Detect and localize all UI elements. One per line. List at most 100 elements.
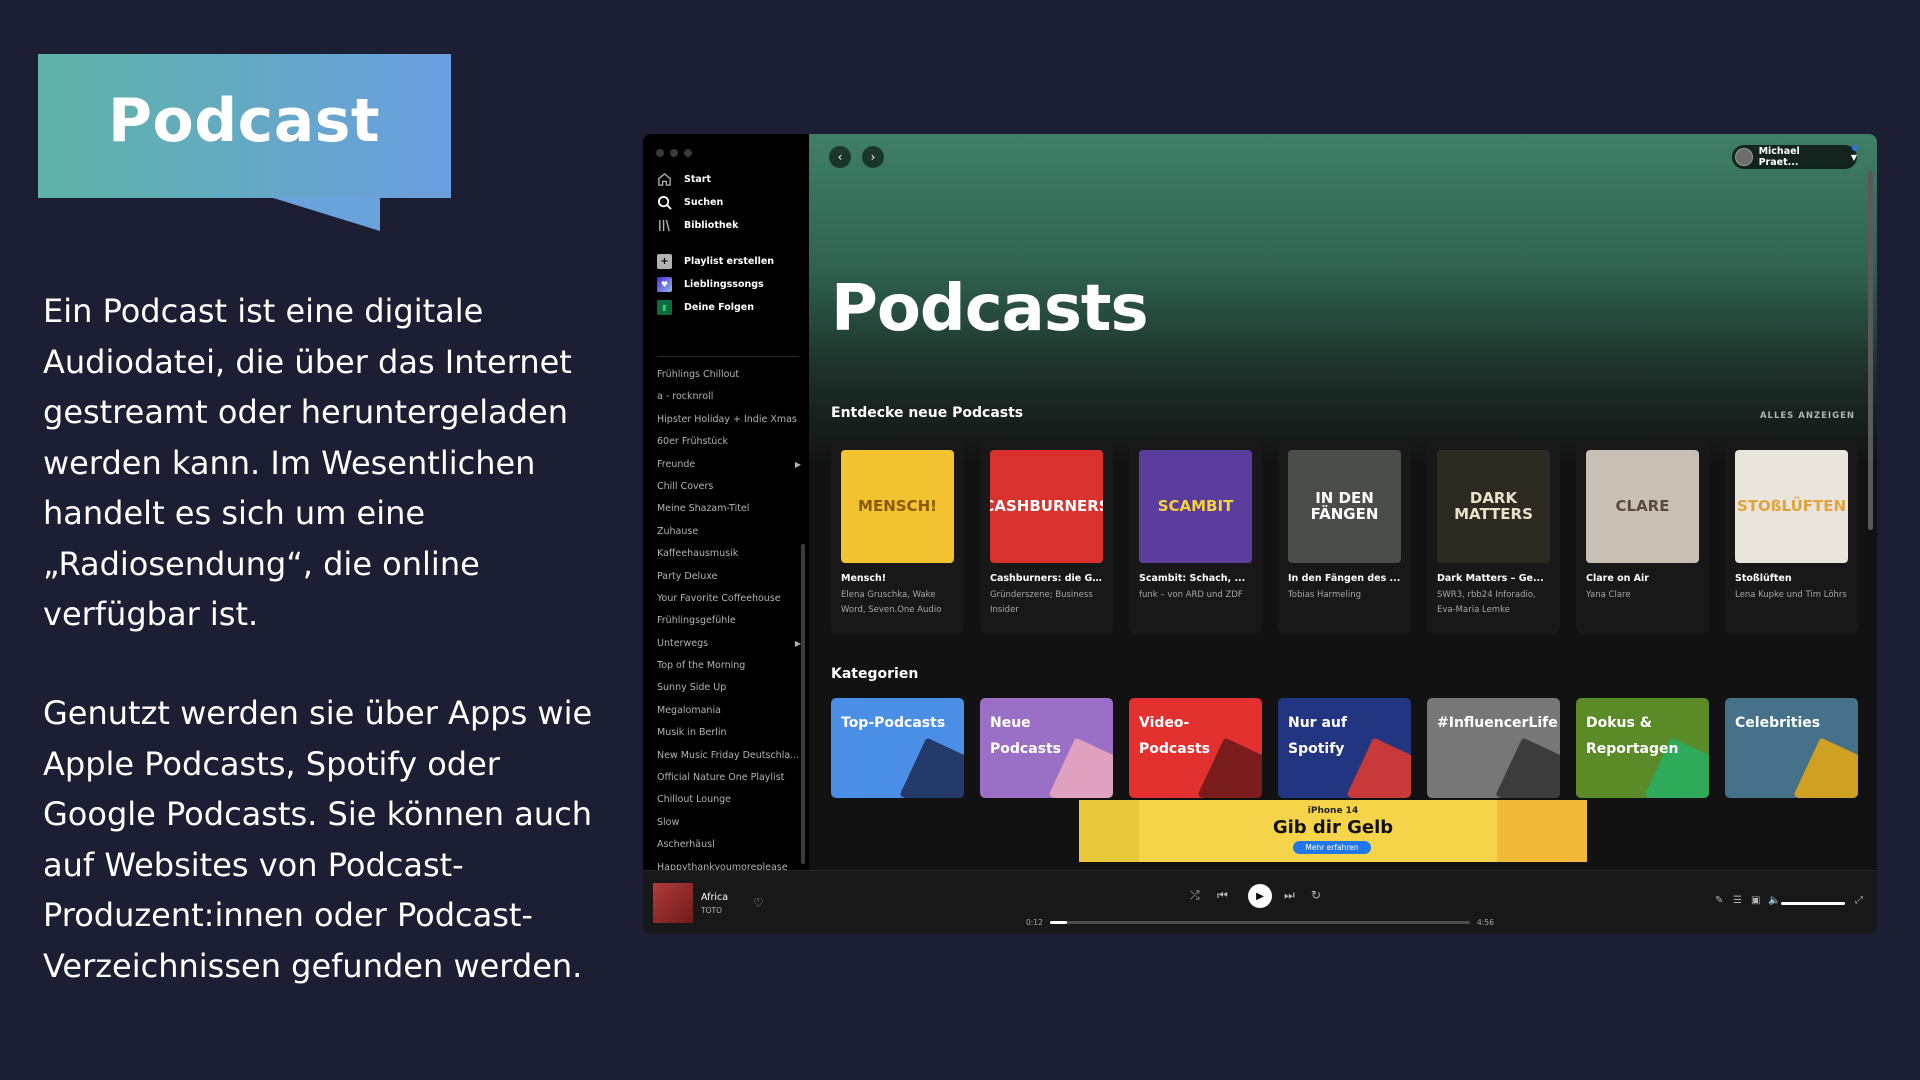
queue-icon[interactable]: ☰ <box>1733 895 1742 906</box>
podcast-card[interactable]: MENSCH! Mensch! Elena Gruschka, Wake Word,… <box>831 440 964 633</box>
volume-icon[interactable]: 🔈 <box>1768 895 1780 906</box>
playlist-item[interactable]: Your Favorite Coffeehouse <box>657 588 801 610</box>
minimize-dot[interactable] <box>670 149 678 157</box>
chevron-left-icon: ‹ <box>837 150 843 164</box>
main-scrollbar[interactable] <box>1868 170 1873 530</box>
liked-songs[interactable]: ♥ Lieblingssongs <box>657 277 764 292</box>
elapsed-time: 0:12 <box>1026 918 1043 927</box>
category-tile[interactable]: Celebrities <box>1725 698 1858 798</box>
nav-search[interactable]: Suchen <box>657 195 723 210</box>
plus-icon: + <box>657 254 672 269</box>
forward-button[interactable]: › <box>862 146 884 168</box>
playlist-item[interactable]: Chillout Lounge <box>657 789 801 811</box>
maximize-dot[interactable] <box>684 149 692 157</box>
category-tile[interactable]: Dokus & Reportagen <box>1576 698 1709 798</box>
podcast-card[interactable]: STOßLÜFTEN Stoßlüften Lena Kupke und Tim L… <box>1725 440 1858 633</box>
your-episodes[interactable]: ▮ Deine Folgen <box>657 300 754 315</box>
playlist-item[interactable]: Party Deluxe <box>657 566 801 588</box>
repeat-icon[interactable]: ↻ <box>1311 888 1321 902</box>
playlist-item[interactable]: Official Nature One Playlist <box>657 767 801 789</box>
podcast-card[interactable]: SCAMBIT Scambit: Schach, ... funk – von AR… <box>1129 440 1262 633</box>
category-label: Celebrities <box>1735 715 1821 731</box>
avatar <box>1735 148 1753 166</box>
progress-bar[interactable] <box>1050 921 1470 924</box>
podcast-cover-text: SCAMBIT <box>1157 496 1234 515</box>
playlist-item[interactable]: Megalomania <box>657 700 801 722</box>
category-tile[interactable]: Neue Podcasts <box>980 698 1113 798</box>
playlist-item[interactable]: 60er Frühstück <box>657 431 801 453</box>
podcast-card[interactable]: CLARE Clare on Air Yana Clare <box>1576 440 1709 633</box>
podcast-subtitle: funk – von ARD und ZDF <box>1139 590 1243 600</box>
microphone-icon[interactable]: ✎ <box>1715 895 1723 906</box>
podcast-subtitle: Gründerszene; Business Insider <box>990 590 1093 615</box>
playlist-item[interactable]: a - rocknroll <box>657 386 801 408</box>
user-menu-button[interactable]: Michael Praet... ▼ <box>1732 145 1857 169</box>
podcast-card[interactable]: IN DEN FÄNGEN In den Fängen des ... Tobias… <box>1278 440 1411 633</box>
playlist-item[interactable]: Zuhause <box>657 521 801 543</box>
close-dot[interactable] <box>656 149 664 157</box>
podcast-cover: CASHBURNERS <box>990 450 1103 563</box>
play-button[interactable]: ▶ <box>1248 884 1272 908</box>
playlist-folder-label: Freunde <box>657 458 696 470</box>
now-playing-cover[interactable] <box>653 883 693 923</box>
nav-start[interactable]: Start <box>657 172 711 187</box>
category-label: Video-Podcasts <box>1139 715 1211 757</box>
ad-title: Gib dir Gelb <box>1272 817 1394 838</box>
category-tile[interactable]: #InfluencerLife <box>1427 698 1560 798</box>
volume-slider[interactable] <box>1781 902 1845 905</box>
playlist-item[interactable]: Frühlingsgefühle <box>657 610 801 632</box>
nav-library[interactable]: Bibliothek <box>657 218 738 233</box>
playlist-item[interactable]: Sunny Side Up <box>657 677 801 699</box>
podcast-cover-text: DARK MATTERS <box>1454 488 1533 523</box>
show-all-link[interactable]: ALLES ANZEIGEN <box>1760 411 1855 421</box>
podcast-title: Stoßlüften <box>1735 573 1792 584</box>
fullscreen-icon[interactable]: ⤢ <box>1855 895 1863 906</box>
category-tile[interactable]: Video-Podcasts <box>1129 698 1262 798</box>
devices-icon[interactable]: ▣ <box>1751 895 1760 906</box>
liked-songs-label: Lieblingssongs <box>684 279 764 290</box>
slide-paragraph-2: Genutzt werden sie über Apps wie Apple P… <box>43 694 593 985</box>
podcast-card[interactable]: CASHBURNERS Cashburners: die G... Gründers… <box>980 440 1113 633</box>
ad-banner[interactable]: iPhone 14 Gib dir Gelb Mehr erfahren <box>1079 800 1587 862</box>
playlist-item[interactable]: Ascherhäusl <box>657 834 801 856</box>
back-button[interactable]: ‹ <box>829 146 851 168</box>
like-heart-icon[interactable]: ♡ <box>753 896 764 910</box>
category-tile[interactable]: Nur auf Spotify <box>1278 698 1411 798</box>
podcast-cover-text: CASHBURNERS <box>990 496 1103 515</box>
now-playing-artist[interactable]: TOTO <box>701 906 722 915</box>
category-label: Dokus & Reportagen <box>1586 715 1679 757</box>
previous-icon[interactable]: ⏮ <box>1217 888 1228 903</box>
category-label: Neue Podcasts <box>990 715 1062 757</box>
playlist-item[interactable]: Top of the Morning <box>657 655 801 677</box>
playlist-item[interactable]: Chill Covers <box>657 476 801 498</box>
now-playing-title[interactable]: Africa <box>701 892 728 903</box>
podcast-title: Dark Matters – Ge... <box>1437 573 1544 584</box>
podcast-row: MENSCH! Mensch! Elena Gruschka, Wake Word,… <box>831 440 1858 633</box>
next-icon[interactable]: ⏭ <box>1284 888 1295 903</box>
your-episodes-label: Deine Folgen <box>684 302 754 313</box>
podcast-title: Cashburners: die G... <box>990 573 1103 584</box>
create-playlist[interactable]: + Playlist erstellen <box>657 254 774 269</box>
playlist-item[interactable]: Frühlings Chillout <box>657 364 801 386</box>
playlist-item[interactable]: Slow <box>657 812 801 834</box>
playlist-folder[interactable]: Freunde ▶ <box>657 454 801 476</box>
category-tile[interactable]: Top-Podcasts <box>831 698 964 798</box>
playlist-item[interactable]: Hipster Holiday + Indie Xmas <box>657 409 801 431</box>
shuffle-icon[interactable]: ⤮ <box>1190 888 1200 903</box>
page-title: Podcasts <box>831 272 1149 346</box>
podcast-cover-text: CLARE <box>1615 496 1670 515</box>
ad-learn-more-button[interactable]: Mehr erfahren <box>1293 841 1371 854</box>
playlist-item[interactable]: Meine Shazam-Titel <box>657 498 801 520</box>
sidebar-scrollbar[interactable] <box>801 544 805 864</box>
podcast-cover-text: MENSCH! <box>858 496 937 515</box>
podcast-title: Mensch! <box>841 573 887 584</box>
playlist-item[interactable]: New Music Friday Deutschla... <box>657 745 801 767</box>
category-artwork <box>1495 737 1560 798</box>
window-controls <box>656 149 692 157</box>
playlist-item[interactable]: Kaffeehausmusik <box>657 543 801 565</box>
playlist-folder[interactable]: Unterwegs ▶ <box>657 633 801 655</box>
title-bubble-tail <box>270 197 380 231</box>
podcast-card[interactable]: DARK MATTERS Dark Matters – Ge... SWR3, rb… <box>1427 440 1560 633</box>
podcast-cover-text: IN DEN FÄNGEN <box>1310 488 1379 523</box>
playlist-item[interactable]: Musik in Berlin <box>657 722 801 744</box>
